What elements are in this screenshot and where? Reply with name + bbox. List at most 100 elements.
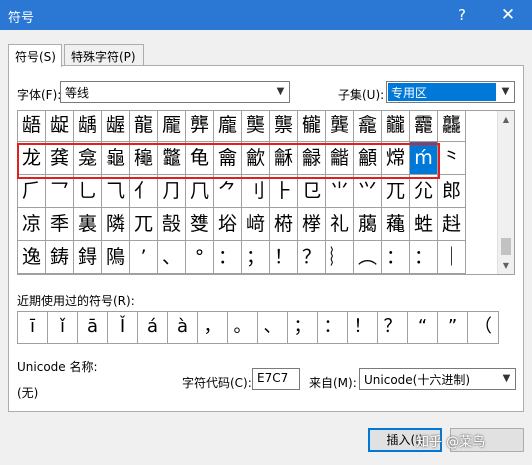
symbol-cell[interactable]: 龋 xyxy=(74,111,102,142)
scroll-up-icon[interactable]: ▲ xyxy=(498,111,514,128)
recent-symbol[interactable]: （ xyxy=(468,312,498,343)
scroll-down-icon[interactable]: ▼ xyxy=(498,257,514,274)
symbol-cell[interactable]: ⺁ xyxy=(18,175,46,208)
symbol-cell[interactable]: 隣 xyxy=(102,208,130,241)
symbol-cell[interactable]: 龊 xyxy=(46,111,74,142)
symbol-cell[interactable]: 龔 xyxy=(326,111,354,142)
symbol-cell[interactable]: 礼 xyxy=(326,208,354,241)
symbol-cell[interactable]: 鋳 xyxy=(46,241,74,274)
grid-scrollbar[interactable]: ▲ ▼ xyxy=(497,111,514,274)
recent-symbol[interactable]: ； xyxy=(288,312,318,343)
symbol-cell[interactable]: 龡 xyxy=(242,142,270,175)
symbol-cell[interactable]: 隝 xyxy=(102,241,130,274)
symbol-cell[interactable]: 龏 xyxy=(186,111,214,142)
symbol-cell[interactable]: ！ xyxy=(270,241,298,274)
help-button[interactable]: ? xyxy=(450,4,474,26)
scroll-thumb[interactable] xyxy=(501,238,511,255)
tab-special-characters[interactable]: 特殊字符(P) xyxy=(64,44,144,66)
recent-symbol[interactable]: ？ xyxy=(378,312,408,343)
symbol-cell[interactable]: 逸 xyxy=(18,241,46,274)
symbol-cell[interactable]: 龜 xyxy=(102,142,130,175)
chevron-down-icon[interactable]: ▼ xyxy=(496,82,514,102)
symbol-cell[interactable]: 龛 xyxy=(74,142,102,175)
symbol-cell[interactable]: 龕 xyxy=(354,111,382,142)
symbol-cell[interactable]: ； xyxy=(242,241,270,274)
symbol-cell[interactable]: ⺋ xyxy=(298,175,326,208)
recent-symbol[interactable]: ： xyxy=(318,312,348,343)
symbol-cell[interactable]: 龍 xyxy=(130,111,158,142)
symbol-cell[interactable]: 龗 xyxy=(410,111,438,142)
subset-combo[interactable]: 专用区 ▼ xyxy=(386,81,515,103)
recent-symbol[interactable]: ī xyxy=(18,312,48,343)
symbol-cell[interactable]: 龒 xyxy=(270,111,298,142)
symbol-cell[interactable]: 龉 xyxy=(18,111,46,142)
symbol-cell[interactable]: ⺈ xyxy=(214,175,242,208)
symbol-cell[interactable]: ？ xyxy=(298,241,326,274)
symbol-cell[interactable]: 龥 xyxy=(354,142,382,175)
symbol-cell[interactable]: ⺉ xyxy=(242,175,270,208)
recent-symbol[interactable]: 。 xyxy=(228,312,258,343)
symbol-cell[interactable]: 龣 xyxy=(298,142,326,175)
symbol-cell[interactable]: 龦 xyxy=(382,142,410,175)
symbol-cell[interactable]: ⺃ xyxy=(74,175,102,208)
symbol-cell[interactable]: 龓 xyxy=(298,111,326,142)
symbol-cell[interactable]: 龘 xyxy=(438,111,466,142)
chevron-down-icon[interactable]: ▼ xyxy=(497,369,515,389)
symbol-cell[interactable]: ’ xyxy=(130,241,158,274)
symbol-cell[interactable]: 龚 xyxy=(46,142,74,175)
close-button[interactable]: ✕ xyxy=(496,4,520,26)
symbol-cell[interactable]: 凉 xyxy=(18,208,46,241)
symbol-cell[interactable]: ⺎ xyxy=(382,175,410,208)
symbol-cell[interactable]: 﨔 xyxy=(298,208,326,241)
font-combo[interactable]: 等线 ▼ xyxy=(60,81,290,103)
symbol-cell[interactable]: 龌 xyxy=(102,111,130,142)
symbol-cell[interactable]: 﨏 xyxy=(214,208,242,241)
symbol-cell[interactable]: ⺆ xyxy=(158,175,186,208)
symbol-cell[interactable]: ︵ xyxy=(354,241,382,274)
symbol-cell[interactable]: 龐 xyxy=(214,111,242,142)
symbol-cell[interactable]: ⺊ xyxy=(270,175,298,208)
symbol-cell[interactable]: 龞 xyxy=(158,142,186,175)
recent-symbol[interactable]: ！ xyxy=(348,312,378,343)
symbol-cell[interactable]: 龑 xyxy=(242,111,270,142)
symbol-cell[interactable]: ° xyxy=(186,241,214,274)
recent-symbol[interactable]: à xyxy=(168,312,198,343)
symbol-cell[interactable]: ： xyxy=(410,241,438,274)
symbol-cell[interactable]: 﨟 xyxy=(354,208,382,241)
symbol-cell[interactable]: 兀 xyxy=(130,208,158,241)
symbol-cell[interactable]: 龢 xyxy=(270,142,298,175)
symbol-cell[interactable]: 鍀 xyxy=(74,241,102,274)
tab-symbols[interactable]: 符号(S) xyxy=(8,44,62,67)
symbol-cell[interactable]: 龎 xyxy=(158,111,186,142)
recent-symbols[interactable]: ī ǐ ā Ǐá à，。、；：！？ “” （ xyxy=(17,311,499,344)
recent-symbol[interactable]: ， xyxy=(198,312,228,343)
char-code-input[interactable]: E7C7 xyxy=(252,368,300,390)
symbol-cell[interactable]: ⺄ xyxy=(102,175,130,208)
symbol-cell[interactable]: ⺂ xyxy=(46,175,74,208)
symbol-cell[interactable]: 龟 xyxy=(186,142,214,175)
recent-symbol[interactable]: “ xyxy=(408,312,438,343)
recent-symbol[interactable]: ǐ xyxy=(48,312,78,343)
recent-symbol[interactable]: ” xyxy=(438,312,468,343)
symbol-cell[interactable]: 郎 xyxy=(438,175,466,208)
symbol-cell[interactable]: 﨎 xyxy=(186,208,214,241)
symbol-cell[interactable]: 秊 xyxy=(46,208,74,241)
symbol-cell[interactable]: ⺏ xyxy=(410,175,438,208)
symbol-cell[interactable]: ｜ xyxy=(438,241,466,274)
symbol-cell[interactable]: 龠 xyxy=(214,142,242,175)
chevron-down-icon[interactable]: ▼ xyxy=(271,82,289,102)
recent-symbol[interactable]: ā xyxy=(78,312,108,343)
recent-symbol[interactable]: Ǐ xyxy=(108,312,138,343)
symbol-cell[interactable]: 﨓 xyxy=(270,208,298,241)
symbol-cell[interactable]: 裏 xyxy=(74,208,102,241)
symbol-cell[interactable]: 龤 xyxy=(326,142,354,175)
symbol-cell[interactable]: 龙 xyxy=(18,142,46,175)
symbol-cell[interactable]: 蘒 xyxy=(382,208,410,241)
symbol-cell[interactable]: ： xyxy=(214,241,242,274)
symbol-cell[interactable]: ḿ xyxy=(410,142,438,175)
symbol-cell[interactable]: ⺅ xyxy=(130,175,158,208)
symbol-cell[interactable]: ⺌ xyxy=(326,175,354,208)
symbol-cell[interactable]: 、 xyxy=(158,241,186,274)
symbol-cell[interactable]: 嗀 xyxy=(158,208,186,241)
symbol-grid[interactable]: ｜：： ︵ ︴？！；： °、’ 隝鍀鋳逸﨣﨡蘒﨟礼﨔﨓﨑﨏﨎嗀兀隣裏秊凉郎⺏⺎⺍⺌⺋⺊⺉… xyxy=(17,110,515,275)
